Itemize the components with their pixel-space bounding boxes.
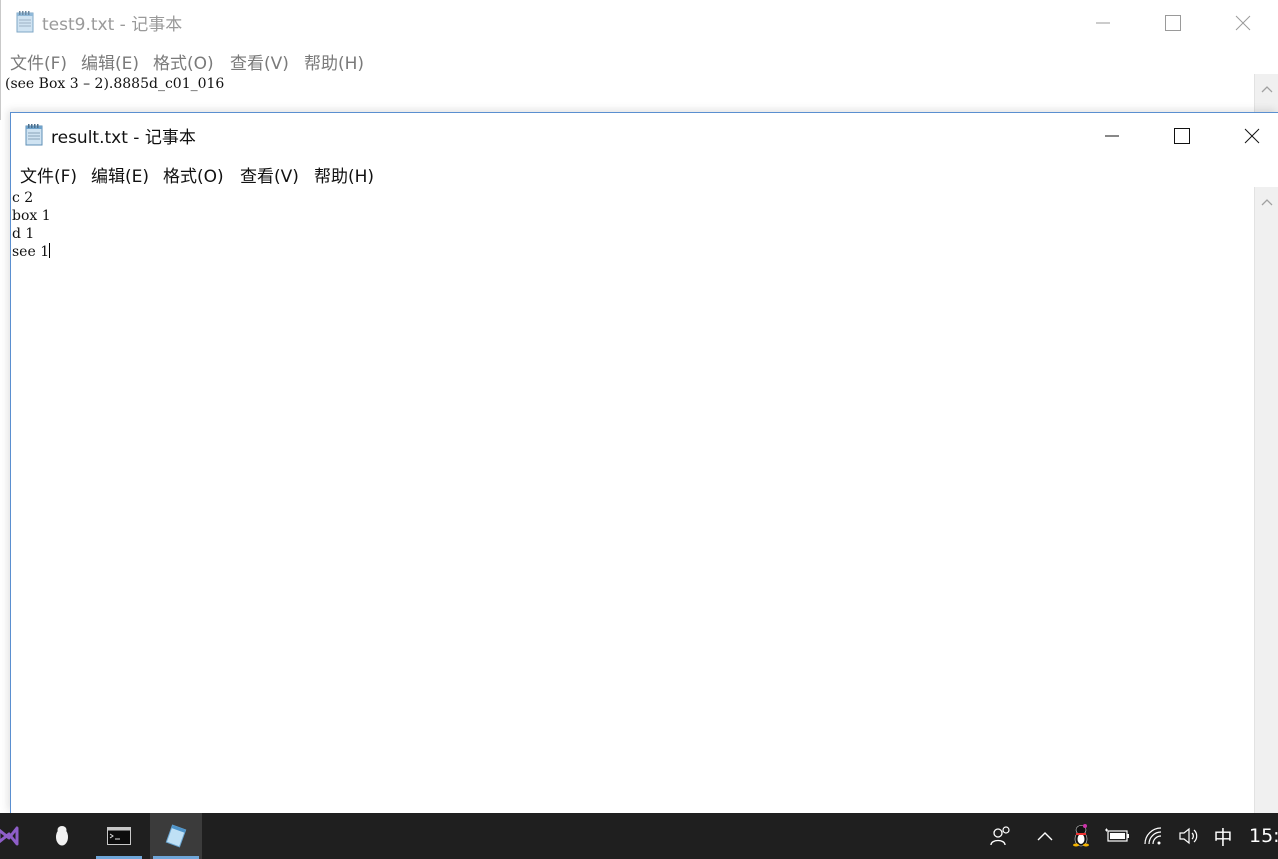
wifi-icon[interactable] — [1140, 813, 1168, 859]
menu-view[interactable]: 查看(V) — [238, 162, 301, 187]
close-button[interactable] — [1217, 113, 1278, 158]
taskbar-app-qq[interactable] — [36, 813, 88, 859]
menu-file[interactable]: 文件(F) — [18, 162, 79, 187]
visual-studio-icon — [0, 826, 19, 846]
close-button[interactable] — [1208, 0, 1278, 45]
editor-text[interactable]: (see Box 3 – 2).8885d_c01_016 — [5, 76, 224, 92]
window-title: result.txt - 记事本 — [51, 128, 196, 148]
close-icon — [1235, 15, 1251, 30]
minimize-button[interactable] — [1068, 0, 1138, 45]
maximize-icon — [1174, 127, 1190, 144]
maximize-icon — [1165, 14, 1181, 31]
editor-line-last: see 1 — [12, 243, 1255, 261]
close-icon — [1244, 128, 1260, 143]
clock[interactable]: 15: — [1249, 813, 1278, 859]
menu-format[interactable]: 格式(O) — [161, 162, 226, 187]
editor-line: box 1 — [12, 208, 51, 224]
command-prompt-icon — [107, 827, 131, 845]
qq-tray-icon[interactable] — [1068, 813, 1094, 859]
menu-edit[interactable]: 编辑(E) — [79, 49, 141, 74]
menu-help[interactable]: 帮助(H) — [312, 162, 376, 187]
menu-bar: 文件(F) 编辑(E) 格式(O) 查看(V) 帮助(H) — [11, 159, 1278, 187]
minimize-button[interactable] — [1077, 113, 1147, 158]
taskbar-app-visual-studio[interactable] — [0, 813, 34, 859]
notepad-window-result[interactable]: result.txt - 记事本 文件(F) 编辑(E) 格式(O) 查看(V)… — [10, 112, 1278, 813]
notepad-icon — [14, 10, 36, 38]
menu-format[interactable]: 格式(O) — [151, 49, 216, 74]
scroll-up-button[interactable] — [1255, 191, 1278, 213]
taskbar-app-notepad[interactable] — [150, 813, 202, 859]
battery-icon[interactable] — [1103, 813, 1131, 859]
minimize-icon — [1105, 135, 1119, 136]
editor-line: d 1 — [12, 226, 35, 242]
window-title: test9.txt - 记事本 — [42, 15, 183, 35]
menu-file[interactable]: 文件(F) — [8, 49, 69, 74]
title-bar[interactable]: test9.txt - 记事本 — [1, 0, 1278, 45]
notepad-icon — [165, 824, 187, 848]
vertical-scrollbar[interactable] — [1254, 187, 1278, 813]
minimize-icon — [1096, 22, 1110, 23]
taskbar-app-cmd[interactable] — [93, 813, 145, 859]
menu-help[interactable]: 帮助(H) — [302, 49, 366, 74]
show-hidden-icons-button[interactable] — [1033, 813, 1057, 859]
notepad-icon — [23, 123, 45, 151]
menu-edit[interactable]: 编辑(E) — [89, 162, 151, 187]
scroll-up-button[interactable] — [1255, 78, 1278, 100]
text-caret — [49, 243, 51, 258]
chevron-up-icon — [1037, 832, 1053, 841]
volume-icon[interactable] — [1175, 813, 1203, 859]
qq-penguin-icon — [56, 826, 68, 846]
ime-indicator[interactable]: 中 — [1210, 813, 1236, 859]
taskbar: 中 15: — [0, 813, 1278, 859]
title-bar[interactable]: result.txt - 记事本 — [11, 113, 1278, 158]
notepad-window-test9[interactable]: test9.txt - 记事本 文件(F) 编辑(E) 格式(O) 查看(V) … — [0, 0, 1278, 120]
maximize-button[interactable] — [1147, 113, 1217, 158]
maximize-button[interactable] — [1138, 0, 1208, 45]
editor-line-text: see 1 — [12, 244, 50, 260]
editor-line: c 2 — [12, 190, 34, 206]
menu-bar: 文件(F) 编辑(E) 格式(O) 查看(V) 帮助(H) — [1, 46, 1278, 74]
chevron-up-icon — [1261, 86, 1273, 93]
people-icon[interactable] — [986, 813, 1016, 859]
text-editor[interactable]: c 2 box 1 d 1 see 1 — [11, 187, 1255, 813]
chevron-up-icon — [1261, 199, 1273, 206]
menu-view[interactable]: 查看(V) — [228, 49, 291, 74]
